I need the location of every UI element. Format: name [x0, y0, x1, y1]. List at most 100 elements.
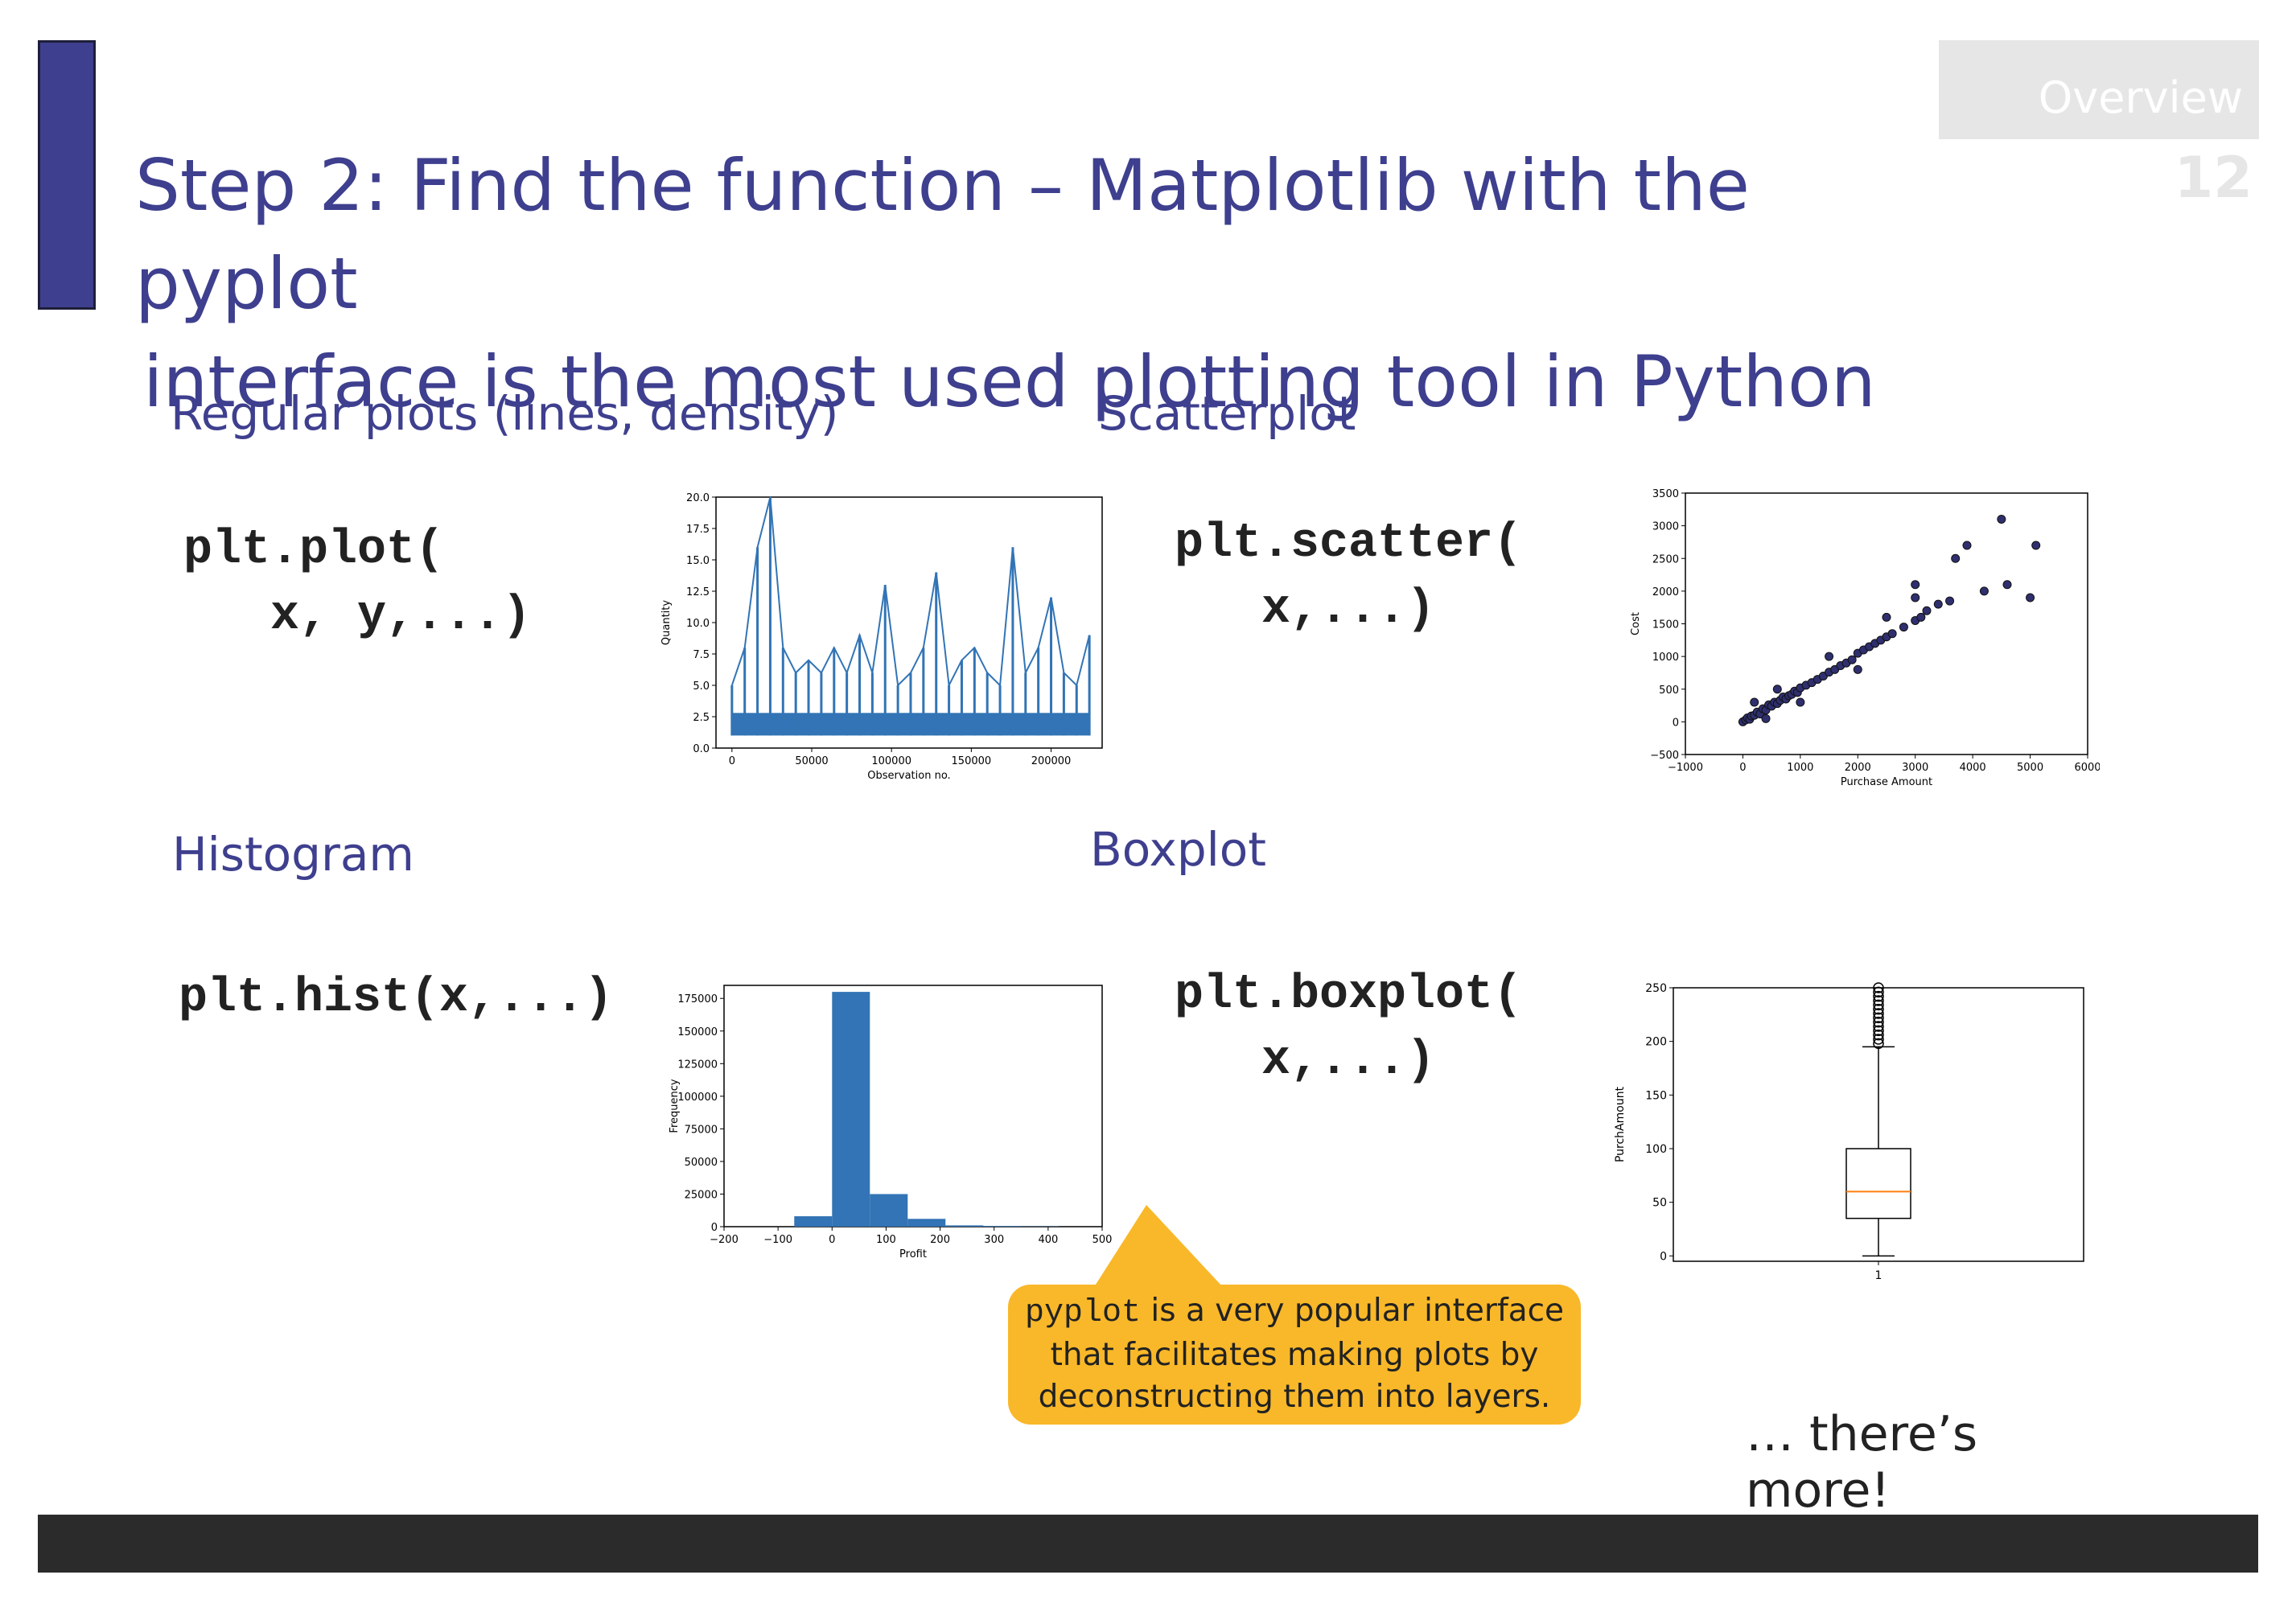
y-tick-label: 200	[1645, 1036, 1667, 1049]
scatter-chart: −1000 0 1000 2000 3000 4000 5000 6000 −500 0 500 10…	[1630, 488, 2100, 788]
x-axis-label: Purchase Amount	[1841, 776, 1932, 788]
scatter-point	[1887, 629, 1897, 639]
y-tick-label: 500	[1659, 685, 1679, 697]
callout-line-3: deconstructing them into layers.	[1038, 1379, 1551, 1415]
callout-line-1-text: is a very popular interface	[1141, 1293, 1565, 1329]
histogram-chart: −200 −100 0 100 200 300 400 5000250005000075000…	[669, 985, 1112, 1260]
scatter-code: plt.scatter( x,...)	[1175, 516, 1523, 637]
y-tick-label: 5.0	[693, 681, 710, 693]
histogram-heading: Histogram	[172, 827, 414, 882]
y-tick-label: 3500	[1652, 488, 1679, 500]
scatter-point	[2031, 541, 2041, 550]
scatter-point	[1772, 685, 1782, 694]
line-series	[730, 496, 1091, 689]
y-tick-label: 175000	[677, 993, 718, 1005]
y-tick-label: 0	[711, 1222, 718, 1234]
x-axis-label: Observation no.	[867, 770, 950, 782]
x-tick-label: −200	[710, 1234, 739, 1246]
scatter-point	[1945, 596, 1955, 606]
y-tick-label: 17.5	[686, 524, 710, 536]
scatter-point	[1750, 697, 1759, 707]
y-tick-label: 125000	[677, 1059, 718, 1071]
scatter-point	[1911, 580, 1920, 590]
y-tick-label: 100000	[677, 1092, 718, 1104]
callout-line-2: that facilitates making plots by	[1050, 1337, 1539, 1373]
y-tick-label: 25000	[685, 1189, 718, 1201]
y-tick-label: 12.5	[686, 586, 710, 598]
x-tick-label: 100000	[871, 755, 911, 767]
page-number: 12	[2174, 145, 2253, 211]
x-tick-label: 0	[1739, 762, 1746, 774]
y-axis-label: Quantity	[660, 600, 673, 645]
scatter-point	[2002, 580, 2012, 590]
x-tick-label: −100	[763, 1234, 792, 1246]
scatter-point	[1951, 553, 1961, 563]
x-tick-label: 4000	[1960, 762, 1986, 774]
scatter-point	[1979, 586, 1989, 596]
histogram-bar	[870, 1194, 908, 1227]
plot-frame	[723, 985, 1103, 1227]
overview-label[interactable]: Overview	[1939, 72, 2243, 123]
y-tick-label: 1500	[1652, 619, 1679, 631]
scatter-point	[1847, 655, 1857, 664]
y-tick-label: 150	[1645, 1089, 1667, 1102]
title-line-1: Step 2: Find the function – Matplotlib w…	[135, 144, 1750, 325]
line-chart: 0 50000 100000 150000 200000 0.0 2.5 5.0 7.5 10.0…	[660, 492, 1103, 782]
y-tick-label: 2.5	[693, 712, 710, 724]
x-tick-label: 200	[930, 1234, 950, 1246]
x-tick-label: 100	[876, 1234, 896, 1246]
hist-code: plt.hist(x,...)	[179, 971, 614, 1026]
y-tick-label: 15.0	[686, 555, 710, 567]
x-tick-label: 0	[829, 1234, 835, 1246]
histogram-bar	[832, 992, 870, 1227]
x-tick-label: 1000	[1787, 762, 1813, 774]
x-tick-label: 400	[1038, 1234, 1058, 1246]
y-tick-label: 10.0	[686, 618, 710, 630]
footer-bar	[38, 1515, 2258, 1573]
x-tick-label: 200000	[1031, 755, 1072, 767]
scatter-point	[1916, 612, 1926, 622]
y-axis-label: PurchAmount	[1614, 1086, 1627, 1162]
histogram-bar	[794, 1216, 833, 1227]
scatter-point	[2026, 593, 2035, 602]
y-tick-label: 0	[1660, 1250, 1667, 1263]
y-tick-label: 20.0	[686, 492, 710, 504]
accent-bar	[38, 40, 96, 310]
x-tick-label: 50000	[795, 755, 828, 767]
x-tick-label: 3000	[1902, 762, 1928, 774]
y-tick-label: 250	[1645, 982, 1667, 995]
boxplot-heading: Boxplot	[1090, 822, 1266, 877]
more-note: … there’s more!	[1746, 1406, 1978, 1519]
y-axis-label: Frequency	[669, 1079, 681, 1133]
y-tick-label: 2500	[1652, 553, 1679, 565]
scatter-point	[1962, 541, 1972, 550]
y-tick-label: 3000	[1652, 521, 1679, 533]
y-tick-label: 50	[1652, 1197, 1667, 1210]
y-tick-label: 75000	[685, 1124, 718, 1136]
histogram-bar	[945, 1225, 984, 1227]
callout-text: pyplot is a very popular interface that …	[1008, 1290, 1581, 1418]
x-tick-label: 2000	[1845, 762, 1871, 774]
boxplot-code: plt.boxplot( x,...)	[1175, 968, 1523, 1088]
scatter-point	[1796, 697, 1805, 707]
x-tick-label: 150000	[952, 755, 992, 767]
y-tick-label: −500	[1650, 750, 1679, 762]
y-tick-label: 50000	[685, 1157, 718, 1169]
regular-plots-heading: Regular plots (lines, density)	[171, 386, 839, 441]
scatter-point	[1853, 664, 1862, 674]
callout-code: pyplot	[1024, 1295, 1141, 1331]
x-tick-label: 300	[984, 1234, 1004, 1246]
x-axis-label: Profit	[899, 1248, 927, 1260]
y-tick-label: 0	[1673, 717, 1679, 729]
y-tick-label: 1000	[1652, 652, 1679, 664]
scatter-point	[1882, 612, 1891, 622]
histogram-bar	[907, 1219, 946, 1227]
scatter-point	[1899, 623, 1908, 632]
y-tick-label: 0.0	[693, 743, 710, 755]
y-tick-label: 7.5	[693, 649, 710, 661]
x-tick-label: 0	[729, 755, 735, 767]
boxplot-chart: 0 50 100 150 200 250 1 PurchAmount	[1614, 982, 2084, 1282]
scatter-point	[1825, 652, 1834, 661]
x-tick-label: 6000	[2074, 762, 2100, 774]
y-tick-label: 100	[1645, 1143, 1667, 1156]
